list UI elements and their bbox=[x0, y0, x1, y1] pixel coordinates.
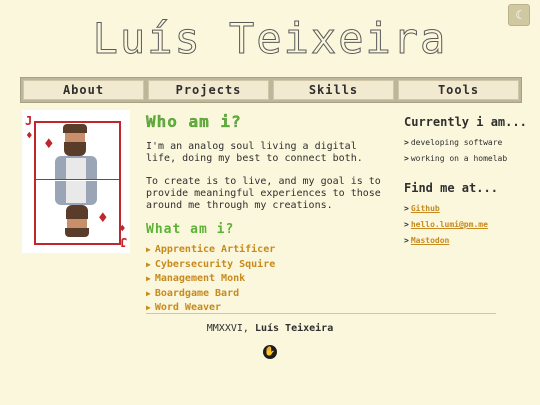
list-item: ▶ Cybersecurity Squire bbox=[146, 258, 276, 270]
roles-list: ▶ Apprentice Artificer ▶ Cybersecurity Squ… bbox=[146, 243, 386, 316]
nav-tools[interactable]: Tools bbox=[398, 80, 519, 100]
list-item: ▶ Apprentice Artificer bbox=[146, 244, 276, 255]
list-item: > Github bbox=[404, 204, 440, 213]
hand-button[interactable]: ✋ bbox=[263, 345, 277, 359]
currently-heading: Currently i am... bbox=[404, 115, 527, 129]
footer-divider bbox=[146, 313, 496, 314]
portrait-bottom bbox=[46, 181, 106, 237]
card-divider bbox=[34, 179, 119, 180]
nav-projects[interactable]: Projects bbox=[148, 80, 269, 100]
list-item: ▶ Boardgame Bard bbox=[146, 287, 240, 299]
list-item: > Mastodon bbox=[404, 236, 450, 245]
intro-paragraph: I'm an analog soul living a digital life… bbox=[146, 141, 363, 164]
arrow-right-icon: ▶ bbox=[146, 274, 151, 283]
arrow-right-icon: ▶ bbox=[146, 303, 151, 312]
github-link[interactable]: Github bbox=[411, 204, 440, 213]
sidebar: Currently i am... > developing software >… bbox=[404, 115, 528, 249]
about-section: Who am i? I'm an analog soul living a di… bbox=[146, 112, 386, 316]
arrow-right-icon: ▶ bbox=[146, 245, 151, 254]
hand-icon: ✋ bbox=[264, 346, 276, 357]
portrait-top bbox=[46, 124, 106, 180]
email-link[interactable]: hello.lumi@pm.me bbox=[411, 220, 488, 229]
nav-about[interactable]: About bbox=[23, 80, 144, 100]
find-heading: Find me at... bbox=[404, 181, 498, 195]
currently-list: > developing software > working on a homel… bbox=[404, 135, 528, 167]
list-item: > developing software bbox=[404, 138, 503, 147]
list-item: ▶ Management Monk bbox=[146, 273, 246, 284]
main-nav: About Projects Skills Tools bbox=[20, 77, 522, 103]
footer-year: MMXXVI, bbox=[206, 323, 249, 334]
diamond-icon: ♦ bbox=[26, 129, 33, 142]
what-heading: What am i? bbox=[146, 222, 235, 237]
list-item: > working on a homelab bbox=[404, 154, 508, 163]
arrow-right-icon: ▶ bbox=[146, 288, 151, 298]
jack-card-portrait: J ♦ J ♦ ♦ ♦ bbox=[22, 110, 130, 253]
list-item: > hello.lumi@pm.me bbox=[404, 220, 488, 229]
site-title: Luís Teixeira bbox=[92, 14, 448, 64]
links-list: > Github > hello.lumi@pm.me > Mastodon bbox=[404, 201, 528, 249]
nav-skills[interactable]: Skills bbox=[273, 80, 394, 100]
arrow-right-icon: ▶ bbox=[146, 259, 151, 269]
card-rank-top: J bbox=[25, 114, 33, 128]
goal-paragraph: To create is to live, and my goal is to … bbox=[146, 176, 381, 211]
who-heading: Who am i? bbox=[146, 112, 242, 131]
mastodon-link[interactable]: Mastodon bbox=[411, 236, 450, 245]
footer-name: Luís Teixeira bbox=[254, 323, 334, 334]
footer: MMXXVI, Luís Teixeira bbox=[0, 323, 540, 334]
